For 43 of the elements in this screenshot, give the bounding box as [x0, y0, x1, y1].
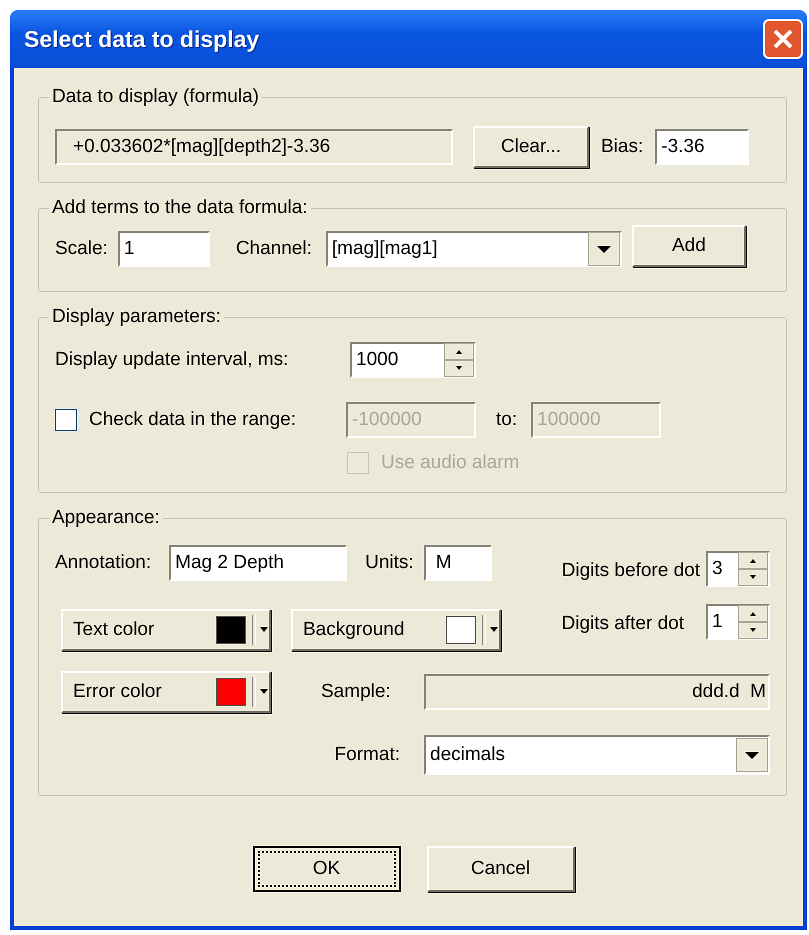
window-title: Select data to display: [24, 26, 260, 52]
bias-field[interactable]: -3.36: [655, 129, 750, 165]
dialog-button[interactable]: Cancel: [426, 846, 574, 892]
group-label: Display parameters:: [51, 306, 222, 328]
spin-arrows-icon[interactable]: [444, 343, 474, 377]
checkbox-label[interactable]: Check data in the range:: [89, 409, 346, 431]
format-label: Format:: [334, 744, 400, 766]
group-label: Add terms to the data formula:: [51, 197, 309, 219]
annotation-label: Annotation:: [55, 552, 152, 574]
digits-before-spinner[interactable]: 3: [706, 551, 770, 587]
to-label: to:: [496, 409, 518, 431]
interval-label: Display update interval, ms:: [55, 349, 290, 371]
close-icon[interactable]: [763, 19, 803, 59]
annotation-field[interactable]: Mag 2 Depth: [169, 545, 348, 581]
digits-after-spinner[interactable]: 1: [706, 604, 770, 640]
units-label: Units:: [365, 552, 414, 574]
checkbox[interactable]: [55, 409, 77, 431]
formula-field[interactable]: +0.033602*[mag][depth2]-3.36: [55, 129, 453, 165]
group-label: Appearance:: [51, 507, 161, 529]
group-label: Data to display (formula): [51, 86, 260, 108]
caret-icon: [259, 626, 269, 634]
digits-before-label: Digits before dot: [562, 560, 700, 582]
caret-icon: [489, 626, 499, 634]
spin-arrows-icon[interactable]: [738, 605, 768, 639]
bias-label: Bias:: [601, 136, 644, 158]
color-picker-button[interactable]: Text color: [61, 609, 271, 651]
clear-button[interactable]: Clear...: [473, 126, 589, 168]
color-picker-button[interactable]: Background: [291, 609, 501, 651]
units-field[interactable]: M: [424, 545, 492, 581]
scale-label: Scale:: [55, 238, 108, 260]
color-picker-button[interactable]: Error color: [61, 671, 271, 713]
interval-spinner[interactable]: 1000: [350, 342, 476, 378]
format-dropdown[interactable]: decimals: [424, 735, 770, 775]
digits-after-label: Digits after dot: [562, 613, 684, 635]
add-button[interactable]: Add: [632, 225, 746, 267]
channel-label: Channel:: [236, 238, 312, 260]
caret-icon: [259, 688, 269, 696]
spin-arrows-icon[interactable]: [738, 552, 768, 586]
sample-label: Sample:: [321, 681, 391, 703]
channel-dropdown[interactable]: [mag][mag1]: [326, 231, 622, 267]
dialog-button[interactable]: OK: [252, 846, 400, 892]
sample-field: ddd.d M: [424, 674, 770, 710]
scale-field[interactable]: 1: [118, 231, 210, 267]
